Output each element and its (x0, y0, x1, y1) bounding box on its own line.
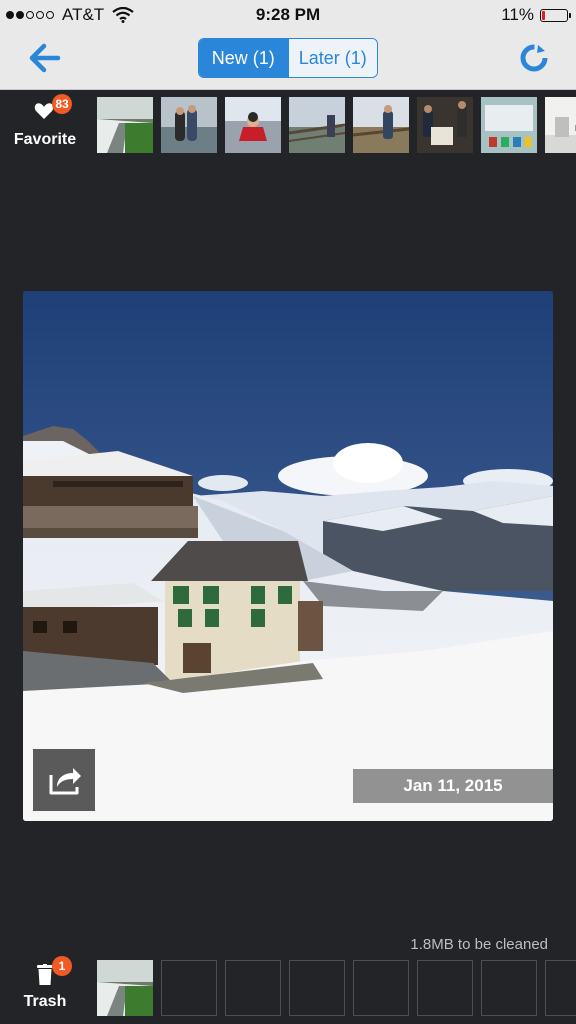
empty-slot (545, 960, 576, 1016)
share-icon[interactable] (33, 749, 95, 811)
heart-icon (34, 103, 54, 119)
tab-later[interactable]: Later (1) (287, 39, 377, 77)
back-arrow-icon[interactable] (28, 42, 62, 74)
tab-new[interactable]: New (1) (199, 39, 288, 77)
trash-thumbnail[interactable] (97, 960, 153, 1016)
empty-slot (161, 960, 217, 1016)
battery-icon (540, 8, 571, 22)
battery-percent: 11% (501, 5, 534, 24)
status-time: 9:28 PM (255, 5, 321, 24)
trash-button[interactable]: 1 Trash (8, 956, 82, 1018)
nav-bar: New (1) Later (1) (0, 30, 576, 90)
empty-slot (353, 960, 409, 1016)
trash-strip (97, 960, 576, 1016)
favorite-thumbnail[interactable] (289, 97, 345, 153)
status-bar: AT&T 9:28 PM 11% (0, 0, 576, 30)
trash-count-badge: 1 (52, 956, 72, 976)
segmented-control: New (1) Later (1) (198, 38, 378, 78)
favorite-count-badge: 83 (52, 94, 72, 114)
photo-date: Jan 11, 2015 (353, 769, 553, 803)
favorites-strip (97, 97, 576, 153)
empty-slot (481, 960, 537, 1016)
clean-size-text: 1.8MB to be cleaned (410, 936, 548, 953)
favorite-label: Favorite (13, 131, 77, 148)
favorite-thumbnail[interactable] (481, 97, 537, 153)
favorite-thumbnail[interactable] (417, 97, 473, 153)
trash-label: Trash (23, 993, 67, 1010)
battery-fill (542, 10, 545, 20)
photo-image (23, 291, 553, 821)
empty-slot (225, 960, 281, 1016)
favorite-thumbnail[interactable] (545, 97, 576, 153)
favorite-thumbnail[interactable] (353, 97, 409, 153)
main-photo[interactable]: Jan 11, 2015 (23, 291, 553, 821)
refresh-icon[interactable] (518, 42, 550, 74)
favorite-thumbnail[interactable] (161, 97, 217, 153)
favorite-thumbnail[interactable] (225, 97, 281, 153)
trash-icon (37, 964, 53, 985)
status-right: 11% (501, 5, 571, 25)
favorite-button[interactable]: 83 Favorite (8, 94, 82, 152)
empty-slot (289, 960, 345, 1016)
empty-slot (417, 960, 473, 1016)
favorite-thumbnail[interactable] (97, 97, 153, 153)
